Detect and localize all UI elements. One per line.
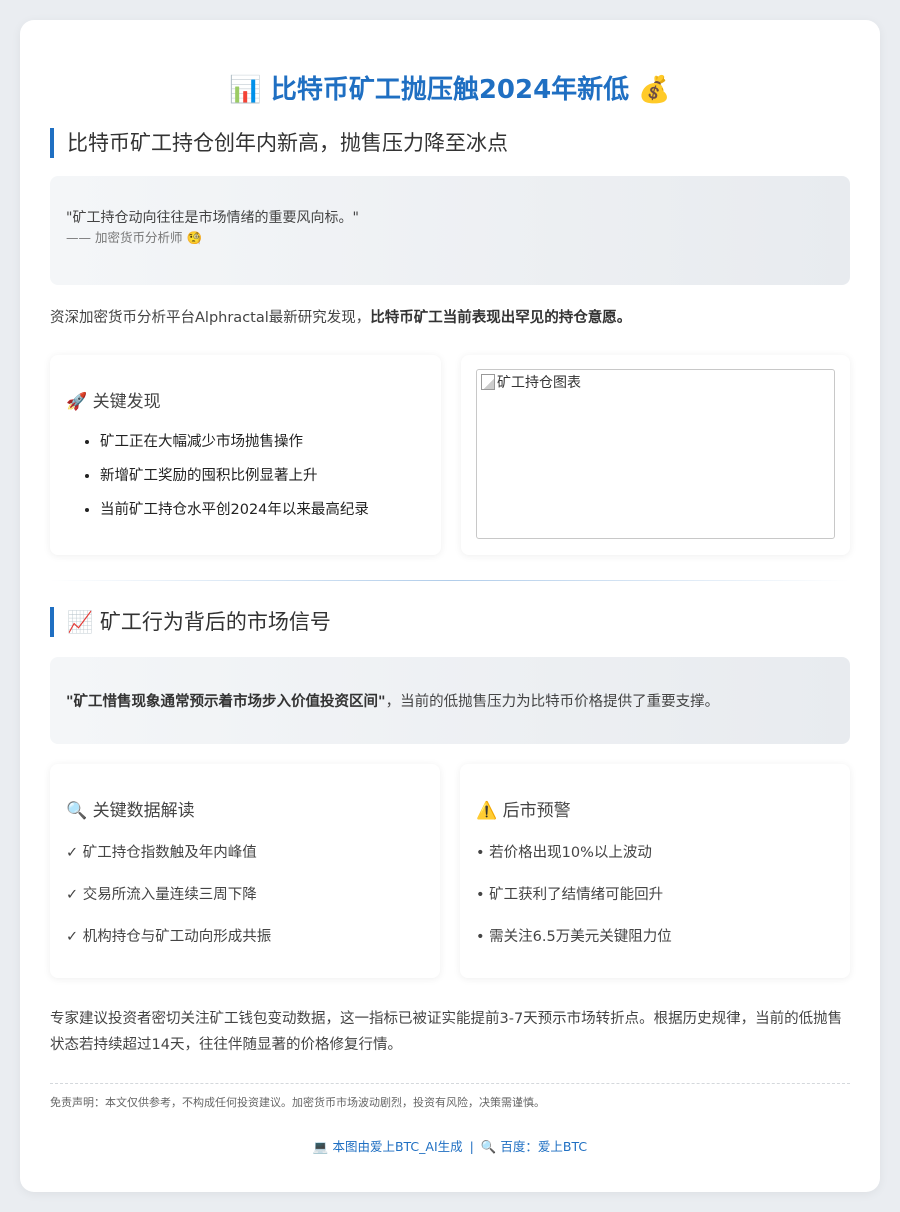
list-item: • 需关注6.5万美元关键阻力位 — [476, 929, 672, 945]
search-icon: 🔍 — [480, 1139, 497, 1154]
key-findings-box: 🚀 关键发现 矿工正在大幅减少市场抛售操作 新增矿工奖励的囤积比例显著上升 当前… — [50, 355, 441, 555]
findings-row: 🚀 关键发现 矿工正在大幅减少市场抛售操作 新增矿工奖励的囤积比例显著上升 当前… — [50, 355, 850, 555]
expert-advice-paragraph: 专家建议投资者密切关注矿工钱包变动数据，这一指标已被证实能提前3-7天预示市场转… — [50, 1011, 843, 1053]
analyst-quote: "矿工持仓动向往往是市场情绪的重要风向标。" —— 加密货币分析师 🧐 — [50, 176, 850, 285]
section-divider — [50, 580, 850, 581]
search-hint-text: 百度：爱上BTC — [500, 1139, 588, 1154]
intro-paragraph: 资深加密货币分析平台Alphractal最新研究发现，比特币矿工当前表现出罕见的… — [50, 305, 850, 335]
footer-credits: 💻 本图由爱上BTC_AI生成 | 🔍 百度：爱上BTC — [50, 1137, 850, 1157]
signal-highlight: "矿工惜售现象通常预示着市场步入价值投资区间" — [66, 694, 386, 710]
list-item: 矿工正在大幅减少市场抛售操作 — [100, 425, 425, 459]
list-item: 新增矿工奖励的囤积比例显著上升 — [100, 459, 425, 493]
list-item: ✓ 交易所流入量连续三周下降 — [66, 887, 257, 903]
section-heading-holdings: 比特币矿工持仓创年内新高，抛售压力降至冰点 — [50, 128, 850, 158]
market-warning-heading: ⚠️ 后市预警 — [476, 798, 834, 824]
article-card: 📊 比特币矿工抛压触2024年新低 💰 比特币矿工持仓创年内新高，抛售压力降至冰… — [20, 20, 880, 1192]
intro-text: 资深加密货币分析平台Alphractal最新研究发现， — [50, 310, 371, 326]
analysis-row: 🔍 关键数据解读 ✓ 矿工持仓指数触及年内峰值 ✓ 交易所流入量连续三周下降 ✓… — [50, 764, 850, 978]
data-interpretation-box: 🔍 关键数据解读 ✓ 矿工持仓指数触及年内峰值 ✓ 交易所流入量连续三周下降 ✓… — [50, 764, 440, 978]
laptop-icon: 💻 — [312, 1139, 329, 1154]
broken-image-icon — [481, 374, 495, 390]
intro-highlight: 比特币矿工当前表现出罕见的持仓意愿。 — [370, 310, 632, 326]
signal-text: "矿工惜售现象通常预示着市场步入价值投资区间"，当前的低抛售压力为比特币价格提供… — [66, 690, 719, 711]
signal-callout: "矿工惜售现象通常预示着市场步入价值投资区间"，当前的低抛售压力为比特币价格提供… — [50, 657, 850, 744]
market-warning-list: • 若价格出现10%以上波动 • 矿工获利了结情绪可能回升 • 需关注6.5万美… — [476, 832, 834, 958]
chart-image-box: 矿工持仓图表 — [461, 355, 850, 555]
generated-by-text: 本图由爱上BTC_AI生成 — [332, 1139, 463, 1154]
market-warning-title: 后市预警 — [502, 801, 571, 821]
section-heading-signals: 📈 矿工行为背后的市场信号 — [50, 607, 850, 637]
data-interpretation-heading: 🔍 关键数据解读 — [66, 798, 424, 824]
disclaimer: 免责声明：本文仅供参考，不构成任何投资建议。加密货币市场波动剧烈，投资有风险，决… — [50, 1096, 545, 1109]
section-heading-text: 矿工行为背后的市场信号 — [99, 610, 331, 634]
list-item: ✓ 矿工持仓指数触及年内峰值 — [66, 845, 257, 861]
miner-holdings-chart-image: 矿工持仓图表 — [476, 369, 835, 539]
list-item: ✓ 机构持仓与矿工动向形成共振 — [66, 929, 272, 945]
chart-increasing-icon: 📈 — [67, 610, 94, 634]
key-findings-heading: 🚀 关键发现 — [66, 389, 425, 415]
warning-icon: ⚠️ — [476, 801, 498, 821]
magnifier-icon: 🔍 — [66, 801, 88, 821]
money-bag-icon: 💰 — [638, 75, 671, 105]
quote-text: "矿工持仓动向往往是市场情绪的重要风向标。" — [66, 210, 359, 226]
quote-source-text: —— 加密货币分析师 — [66, 230, 183, 245]
section-heading-text: 比特币矿工持仓创年内新高，抛售压力降至冰点 — [67, 131, 508, 155]
signal-plain: ，当前的低抛售压力为比特币价格提供了重要支撑。 — [385, 694, 720, 710]
list-item: • 若价格出现10%以上波动 — [476, 845, 652, 861]
list-item: • 矿工获利了结情绪可能回升 — [476, 887, 664, 903]
market-warning-box: ⚠️ 后市预警 • 若价格出现10%以上波动 • 矿工获利了结情绪可能回升 • … — [460, 764, 850, 978]
key-findings-title: 关键发现 — [92, 392, 161, 412]
image-alt-text: 矿工持仓图表 — [497, 375, 581, 391]
list-item: 当前矿工持仓水平创2024年以来最高纪录 — [100, 493, 425, 527]
key-findings-list: 矿工正在大幅减少市场抛售操作 新增矿工奖励的囤积比例显著上升 当前矿工持仓水平创… — [66, 425, 425, 527]
page-title-text: 比特币矿工抛压触2024年新低 — [270, 75, 630, 105]
quote-source: —— 加密货币分析师 🧐 — [66, 228, 834, 248]
bar-chart-icon: 📊 — [229, 75, 262, 105]
data-interpretation-list: ✓ 矿工持仓指数触及年内峰值 ✓ 交易所流入量连续三周下降 ✓ 机构持仓与矿工动… — [66, 832, 424, 958]
data-interpretation-title: 关键数据解读 — [92, 801, 195, 821]
footer-separator: | — [469, 1139, 474, 1154]
monocle-face-icon: 🧐 — [186, 230, 203, 245]
page-title: 📊 比特币矿工抛压触2024年新低 💰 — [50, 70, 850, 110]
footer-divider — [50, 1083, 850, 1084]
rocket-icon: 🚀 — [66, 392, 88, 412]
